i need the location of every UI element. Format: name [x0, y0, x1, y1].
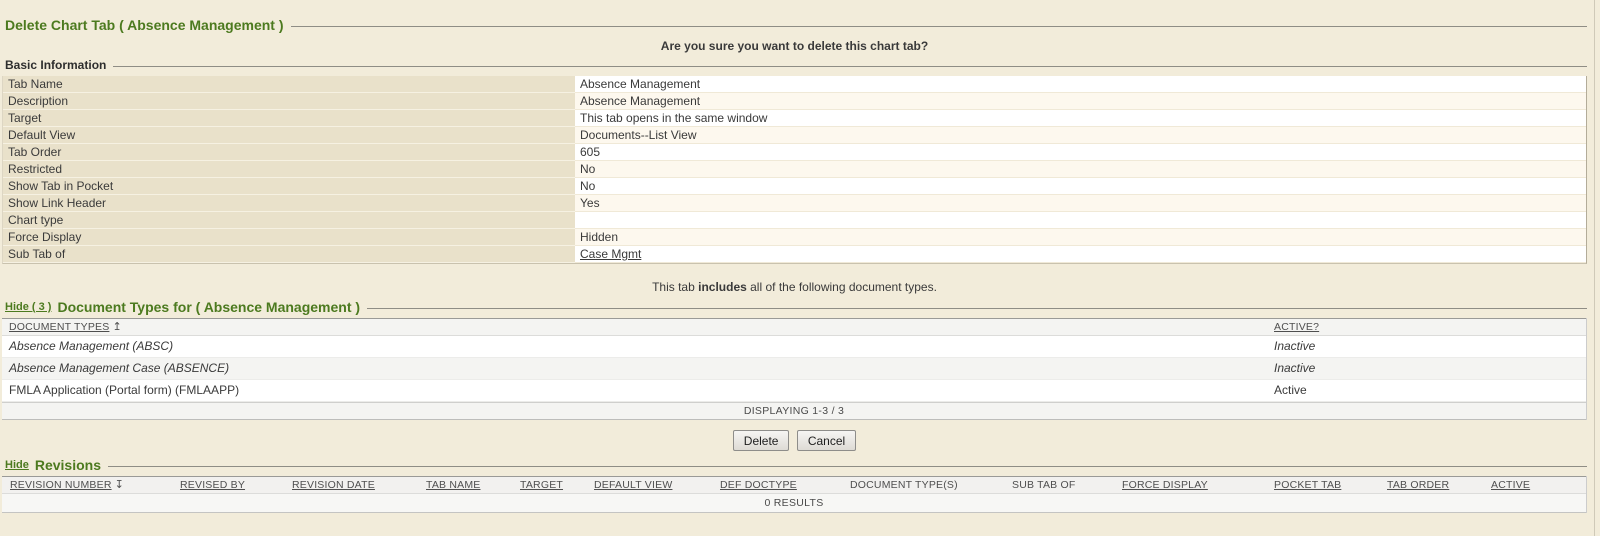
basic-info-row: Tab Order605	[3, 144, 1586, 161]
revisions-rule	[108, 466, 1587, 467]
revisions-results-status: 0 RESULTS	[2, 494, 1586, 513]
includes-note-suffix: all of the following document types.	[747, 280, 937, 294]
revisions-hide-link[interactable]: Hide	[5, 459, 29, 471]
field-label: Description	[3, 93, 575, 110]
doc-type-name: Absence Management (ABSC)	[2, 336, 1274, 357]
basic-info-row: Show Tab in PocketNo	[3, 178, 1586, 195]
basic-info-row: Sub Tab of Case Mgmt	[3, 246, 1586, 263]
basic-info-row: Show Link HeaderYes	[3, 195, 1586, 212]
doc-types-section-head: Hide ( 3 ) Document Types for ( Absence …	[2, 299, 1587, 315]
includes-note-bold: includes	[698, 280, 747, 294]
revisions-column-header[interactable]: POCKET TAB	[1266, 477, 1379, 493]
field-label: Show Tab in Pocket	[3, 178, 575, 195]
action-buttons: Delete Cancel	[2, 430, 1587, 451]
field-label: Chart type	[3, 212, 575, 229]
doc-type-active-status: Active	[1274, 380, 1586, 401]
doc-type-active-status: Inactive	[1274, 336, 1586, 357]
basic-info-row: DescriptionAbsence Management	[3, 93, 1586, 110]
revisions-column-header[interactable]: TAB ORDER	[1379, 477, 1483, 493]
revisions-column-header: DOCUMENT TYPE(S)	[842, 477, 1004, 493]
field-value: No	[575, 161, 1586, 178]
field-value: 605	[575, 144, 1586, 161]
revisions-column-header[interactable]: DEF DOCTYPE	[712, 477, 842, 493]
page-right-edge	[1594, 0, 1595, 536]
revisions-column-header[interactable]: REVISED BY	[172, 477, 284, 493]
field-label: Tab Order	[3, 144, 575, 161]
field-value: Case Mgmt	[575, 246, 1586, 263]
field-label: Tab Name	[3, 76, 575, 93]
basic-info-row: Tab NameAbsence Management	[3, 76, 1586, 93]
page-title: Delete Chart Tab ( Absence Management )	[5, 17, 284, 33]
sort-ascending-icon: ↥	[112, 319, 121, 336]
doc-type-active-status: Inactive	[1274, 358, 1586, 379]
field-label: Force Display	[3, 229, 575, 246]
field-value: Absence Management	[575, 76, 1586, 93]
field-label: Show Link Header	[3, 195, 575, 212]
basic-info-title: Basic Information	[5, 58, 106, 72]
doc-types-table: DOCUMENT TYPES↥ ACTIVE? Absence Manageme…	[2, 318, 1587, 420]
field-value: This tab opens in the same window	[575, 110, 1586, 127]
column-header-document-types[interactable]: DOCUMENT TYPES↥	[2, 319, 1274, 335]
field-label: Target	[3, 110, 575, 127]
doc-type-name: FMLA Application (Portal form) (FMLAAPP)	[2, 380, 1274, 401]
doc-types-header-row: DOCUMENT TYPES↥ ACTIVE?	[2, 318, 1586, 336]
basic-info-table: Tab NameAbsence ManagementDescriptionAbs…	[2, 76, 1587, 264]
field-value: Documents--List View	[575, 127, 1586, 144]
revisions-column-header[interactable]: TAB NAME	[418, 477, 512, 493]
doc-types-rows: Absence Management (ABSC)InactiveAbsence…	[2, 336, 1586, 402]
includes-note-prefix: This tab	[652, 280, 698, 294]
sort-descending-icon: ↧	[115, 477, 124, 493]
column-header-active[interactable]: ACTIVE?	[1274, 319, 1586, 335]
title-rule	[291, 26, 1587, 27]
field-value: No	[575, 178, 1586, 195]
basic-info-rule	[113, 66, 1587, 67]
basic-info-row: RestrictedNo	[3, 161, 1586, 178]
doc-type-name: Absence Management Case (ABSENCE)	[2, 358, 1274, 379]
field-label: Sub Tab of	[3, 246, 575, 263]
revisions-title: Revisions	[35, 457, 101, 473]
page-title-section: Delete Chart Tab ( Absence Management )	[2, 17, 1587, 33]
doc-type-row: Absence Management Case (ABSENCE)Inactiv…	[2, 358, 1586, 380]
revisions-column-header[interactable]: TARGET	[512, 477, 586, 493]
paging-status: DISPLAYING 1-3 / 3	[2, 402, 1586, 420]
revisions-table: REVISION NUMBER↧REVISED BYREVISION DATET…	[2, 476, 1587, 513]
revisions-column-header[interactable]: REVISION NUMBER↧	[2, 477, 172, 493]
field-label: Default View	[3, 127, 575, 144]
basic-info-row: Default ViewDocuments--List View	[3, 127, 1586, 144]
confirmation-text: Are you sure you want to delete this cha…	[2, 39, 1587, 53]
cancel-button[interactable]: Cancel	[797, 430, 856, 451]
revisions-section-head: Hide Revisions	[2, 457, 1587, 473]
delete-chart-tab-page: Delete Chart Tab ( Absence Management ) …	[0, 0, 1600, 536]
basic-info-section-head: Basic Information	[2, 58, 1587, 72]
sub-tab-of-link[interactable]: Case Mgmt	[580, 247, 641, 261]
revisions-column-header: SUB TAB OF	[1004, 477, 1114, 493]
field-value: Absence Management	[575, 93, 1586, 110]
revisions-column-header[interactable]: FORCE DISPLAY	[1114, 477, 1266, 493]
delete-button[interactable]: Delete	[733, 430, 790, 451]
revisions-column-header[interactable]: ACTIVE	[1483, 477, 1586, 493]
doc-types-title: Document Types for ( Absence Management …	[57, 299, 360, 315]
field-value: Hidden	[575, 229, 1586, 246]
basic-info-row: Chart type	[3, 212, 1586, 229]
basic-info-row: TargetThis tab opens in the same window	[3, 110, 1586, 127]
doc-types-rule	[367, 308, 1587, 309]
includes-note: This tab includes all of the following d…	[2, 280, 1587, 294]
basic-info-row: Force DisplayHidden	[3, 229, 1586, 246]
field-value	[575, 212, 1586, 229]
doc-types-hide-link[interactable]: Hide ( 3 )	[5, 301, 51, 313]
field-value: Yes	[575, 195, 1586, 212]
revisions-column-header[interactable]: REVISION DATE	[284, 477, 418, 493]
doc-type-row: Absence Management (ABSC)Inactive	[2, 336, 1586, 358]
doc-type-row: FMLA Application (Portal form) (FMLAAPP)…	[2, 380, 1586, 402]
revisions-header-row: REVISION NUMBER↧REVISED BYREVISION DATET…	[2, 476, 1586, 494]
revisions-column-header[interactable]: DEFAULT VIEW	[586, 477, 712, 493]
field-label: Restricted	[3, 161, 575, 178]
